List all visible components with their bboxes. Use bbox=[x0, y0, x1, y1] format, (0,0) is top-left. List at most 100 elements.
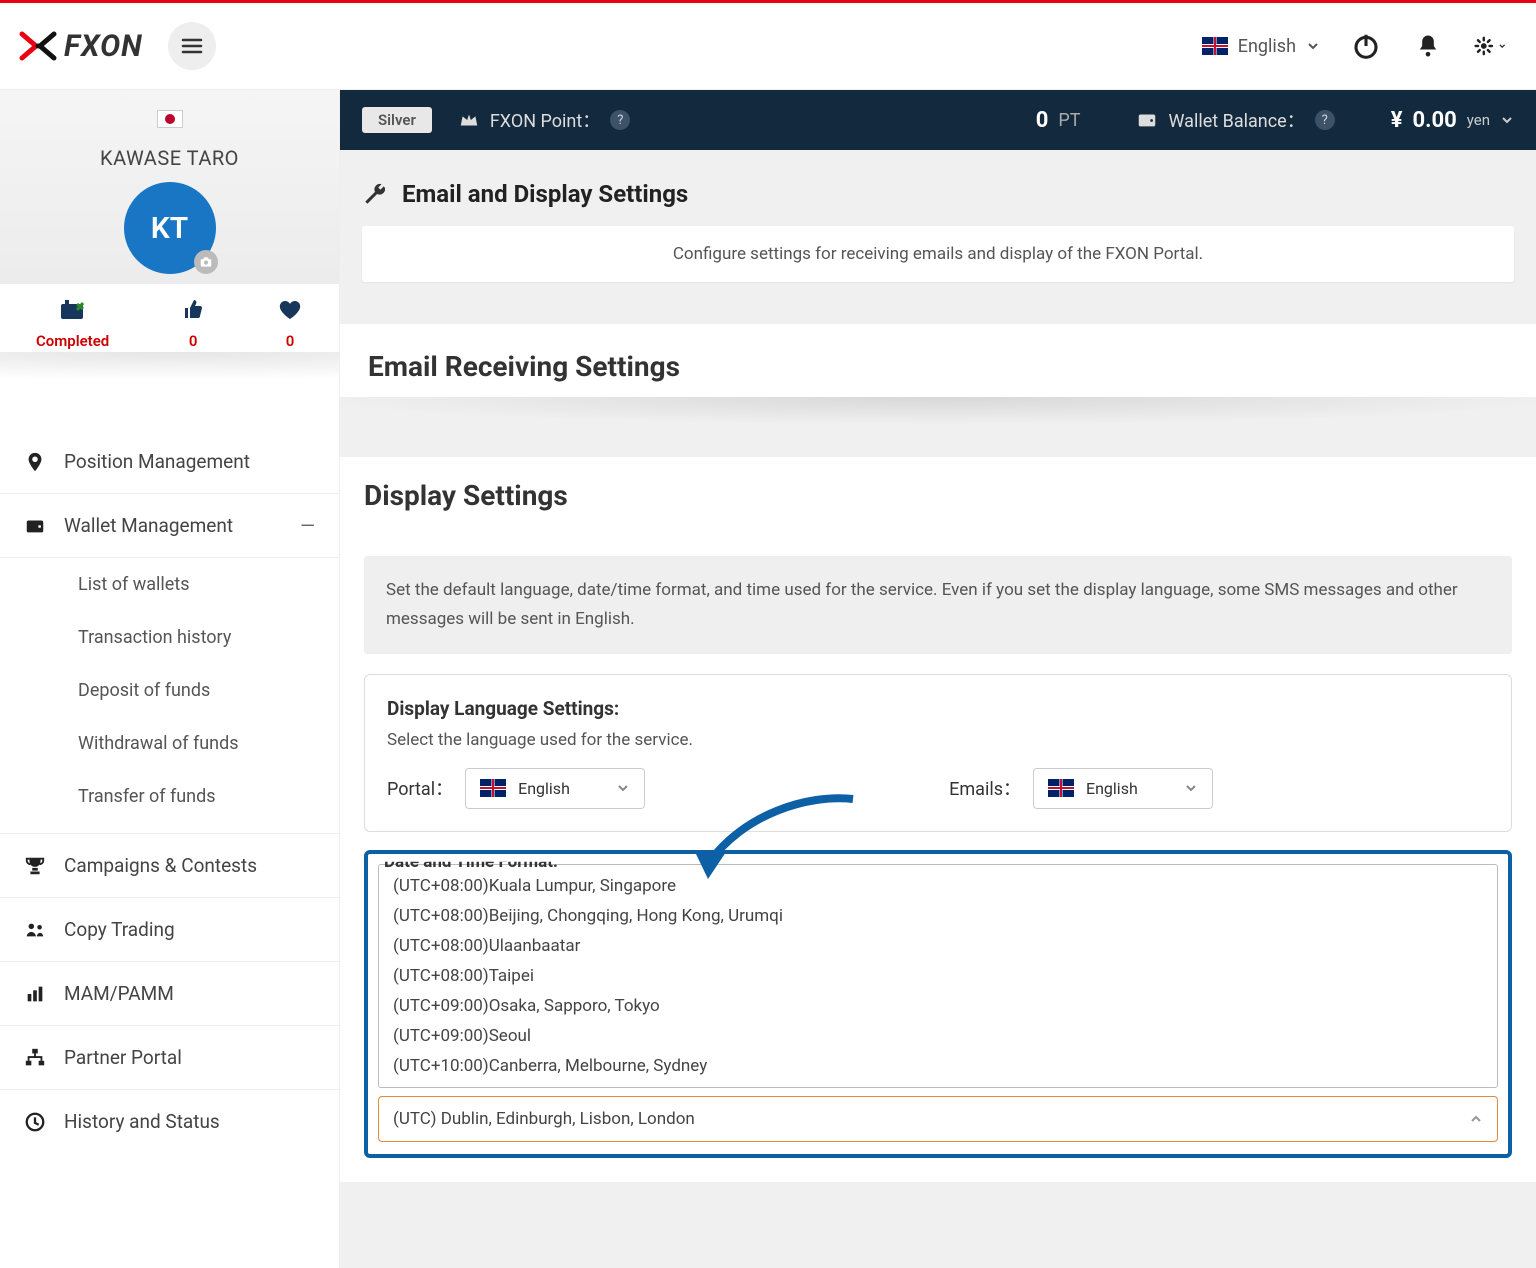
timezone-option[interactable]: (UTC+08:00)Ulaanbaatar bbox=[379, 931, 1497, 961]
help-icon[interactable]: ? bbox=[1315, 110, 1335, 130]
stat-likes[interactable]: 0 bbox=[181, 298, 205, 350]
id-card-icon bbox=[59, 298, 87, 322]
nav-copy-trading[interactable]: Copy Trading bbox=[0, 898, 339, 962]
trophy-icon bbox=[24, 855, 46, 877]
timezone-option[interactable]: (UTC+08:00)Taipei bbox=[379, 961, 1497, 991]
chevron-down-icon bbox=[616, 781, 630, 795]
crown-icon bbox=[458, 109, 480, 131]
language-selector[interactable]: English bbox=[1202, 36, 1320, 57]
nav-label: Position Management bbox=[64, 450, 250, 473]
portal-language-select[interactable]: English bbox=[465, 768, 645, 809]
wrench-icon bbox=[362, 181, 388, 207]
language-panel-title: Display Language Settings: bbox=[387, 697, 1489, 720]
notifications-button[interactable] bbox=[1412, 30, 1444, 62]
balance-unit: yen bbox=[1467, 111, 1490, 129]
decorative-wave bbox=[340, 397, 1536, 457]
balance-value: 0.00 bbox=[1413, 108, 1457, 133]
sitemap-icon bbox=[24, 1047, 46, 1069]
nav-transfer-funds[interactable]: Transfer of funds bbox=[0, 770, 339, 823]
points-unit: PT bbox=[1058, 110, 1080, 131]
power-button[interactable] bbox=[1350, 30, 1382, 62]
stat-fav-value: 0 bbox=[286, 332, 295, 350]
chevron-down-icon bbox=[1306, 39, 1320, 53]
nav-campaigns[interactable]: Campaigns & Contests bbox=[0, 834, 339, 898]
stat-verification[interactable]: Completed bbox=[36, 298, 109, 350]
camera-icon bbox=[199, 255, 213, 269]
chevron-down-icon bbox=[1498, 40, 1506, 52]
nav-position-management[interactable]: Position Management bbox=[0, 430, 339, 494]
minus-icon: — bbox=[300, 514, 315, 537]
nav-mam-pamm[interactable]: MAM/PAMM bbox=[0, 962, 339, 1026]
nav-label: Copy Trading bbox=[64, 918, 175, 941]
nav-wallet-list[interactable]: List of wallets bbox=[0, 558, 339, 611]
datetime-panel-title: Date and Time Format: bbox=[380, 852, 562, 872]
wallet-icon bbox=[1136, 109, 1158, 131]
main-content: Silver FXON Point： ? 0 PT Wallet Balance… bbox=[340, 90, 1536, 1268]
uk-flag-icon bbox=[480, 779, 506, 797]
bell-icon bbox=[1414, 32, 1442, 60]
emails-lang-label: Emails： bbox=[949, 775, 1021, 801]
chevron-down-icon bbox=[1500, 113, 1514, 127]
nav-withdraw-funds[interactable]: Withdrawal of funds bbox=[0, 717, 339, 770]
nav-transaction-history[interactable]: Transaction history bbox=[0, 611, 339, 664]
balance-label: Wallet Balance： bbox=[1168, 107, 1304, 133]
profile-card: KAWASE TARO KT bbox=[0, 90, 339, 284]
power-icon bbox=[1351, 31, 1381, 61]
timezone-highlight-box: Date and Time Format: (UTC+08:00)Kuala L… bbox=[364, 850, 1512, 1158]
language-settings-panel: Display Language Settings: Select the la… bbox=[364, 674, 1512, 832]
points-label: FXON Point： bbox=[490, 107, 600, 133]
nav-partner-portal[interactable]: Partner Portal bbox=[0, 1026, 339, 1090]
timezone-option[interactable]: (UTC+08:00)Beijing, Chongqing, Hong Kong… bbox=[379, 901, 1497, 931]
page-title: Email and Display Settings bbox=[402, 180, 688, 208]
decorative-wave bbox=[0, 360, 339, 430]
wallet-icon bbox=[24, 515, 46, 537]
thumbs-up-icon bbox=[181, 298, 205, 322]
timezone-option[interactable]: (UTC+08:00)Kuala Lumpur, Singapore bbox=[379, 871, 1497, 901]
tier-badge: Silver bbox=[362, 107, 432, 133]
language-panel-hint: Select the language used for the service… bbox=[387, 730, 1489, 750]
email-settings-heading: Email Receiving Settings bbox=[364, 328, 1512, 397]
nav-deposit-funds[interactable]: Deposit of funds bbox=[0, 664, 339, 717]
menu-toggle-button[interactable] bbox=[168, 22, 216, 70]
stat-favorites[interactable]: 0 bbox=[277, 298, 303, 350]
portal-lang-value: English bbox=[518, 779, 570, 798]
brand-mark-icon bbox=[18, 26, 58, 66]
timezone-dropdown-list[interactable]: (UTC+08:00)Kuala Lumpur, Singapore (UTC+… bbox=[378, 864, 1498, 1088]
emails-lang-value: English bbox=[1086, 779, 1138, 798]
bar-chart-icon bbox=[24, 983, 46, 1005]
map-pin-icon bbox=[24, 451, 46, 473]
nav-label: Partner Portal bbox=[64, 1046, 182, 1069]
uk-flag-icon bbox=[1202, 37, 1228, 55]
uk-flag-icon bbox=[1048, 779, 1074, 797]
timezone-option[interactable]: (UTC+10:00)Canberra, Melbourne, Sydney bbox=[379, 1051, 1497, 1081]
timezone-select[interactable]: (UTC) Dublin, Edinburgh, Lisbon, London bbox=[378, 1096, 1498, 1142]
portal-lang-label: Portal： bbox=[387, 775, 453, 801]
page-description-card: Configure settings for receiving emails … bbox=[362, 226, 1514, 282]
nav-label: History and Status bbox=[64, 1110, 220, 1133]
settings-button[interactable] bbox=[1474, 30, 1506, 62]
stat-likes-value: 0 bbox=[189, 332, 198, 350]
balance-value-display[interactable]: ¥ 0.00 yen bbox=[1391, 108, 1514, 133]
nav-wallet-management[interactable]: Wallet Management — bbox=[0, 494, 339, 558]
nav-label: Campaigns & Contests bbox=[64, 854, 257, 877]
avatar-upload-button[interactable] bbox=[194, 250, 218, 274]
nav-label: MAM/PAMM bbox=[64, 982, 174, 1005]
timezone-option[interactable]: (UTC+09:00)Seoul bbox=[379, 1021, 1497, 1051]
heart-icon bbox=[277, 298, 303, 322]
profile-stats: Completed 0 0 bbox=[0, 284, 339, 360]
display-settings-info: Set the default language, date/time form… bbox=[364, 556, 1512, 654]
app-header: FXON English bbox=[0, 3, 1536, 90]
brand-text: FXON bbox=[64, 29, 143, 64]
language-label: English bbox=[1238, 36, 1296, 57]
points-display: FXON Point： ? bbox=[458, 107, 630, 133]
nav-history-status[interactable]: History and Status bbox=[0, 1090, 339, 1153]
sidebar: KAWASE TARO KT Completed 0 0 bbox=[0, 90, 340, 1268]
brand-logo: FXON bbox=[18, 26, 143, 66]
chevron-down-icon bbox=[1184, 781, 1198, 795]
help-icon[interactable]: ? bbox=[610, 110, 630, 130]
timezone-option[interactable]: (UTC+09:00)Osaka, Sapporo, Tokyo bbox=[379, 991, 1497, 1021]
status-bar: Silver FXON Point： ? 0 PT Wallet Balance… bbox=[340, 90, 1536, 150]
jp-flag-icon bbox=[157, 110, 183, 128]
chevron-up-icon bbox=[1469, 1112, 1483, 1126]
emails-language-select[interactable]: English bbox=[1033, 768, 1213, 809]
